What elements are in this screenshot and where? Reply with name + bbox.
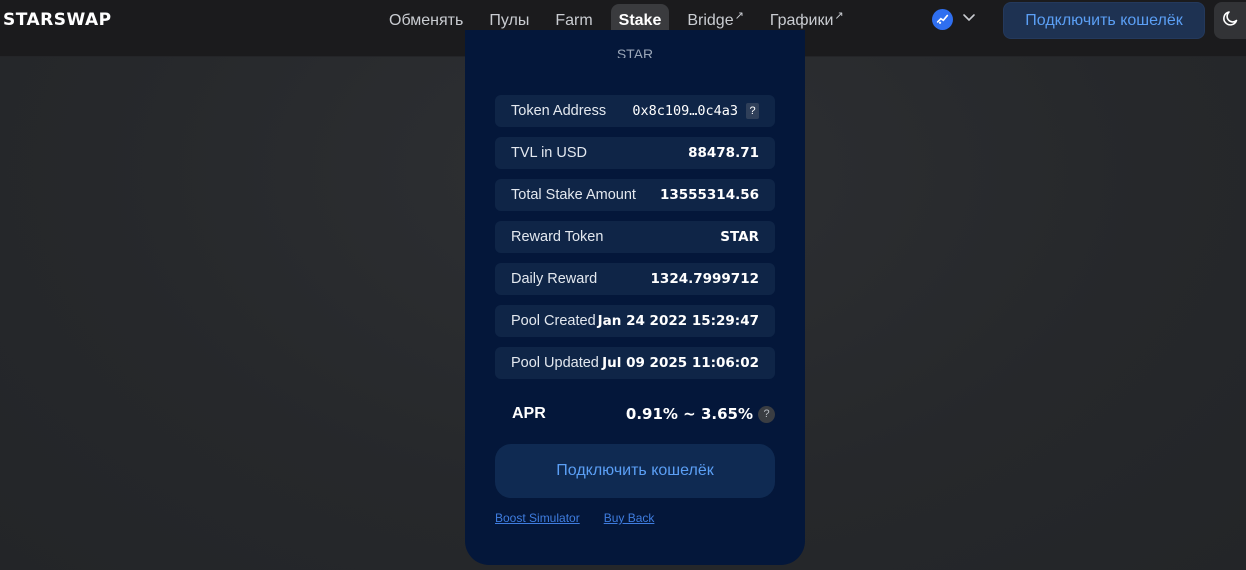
pool-updated-label: Pool Updated bbox=[511, 355, 599, 371]
buy-back-link[interactable]: Buy Back bbox=[604, 511, 655, 525]
token-address-value-wrap: 0x8c109…0c4a3 ? bbox=[632, 103, 759, 119]
page: STARSWAP Обменять Пулы Farm Stake Bridge… bbox=[0, 0, 1246, 570]
reward-token-row: Reward Token STAR bbox=[495, 221, 775, 253]
help-icon[interactable]: ? bbox=[746, 103, 759, 119]
pool-updated-value: Jul 09 2025 11:06:02 bbox=[602, 355, 759, 371]
external-link-icon: ↗ bbox=[834, 10, 844, 22]
daily-reward-value: 1324.7999712 bbox=[650, 271, 759, 287]
starcoin-network-icon bbox=[932, 9, 953, 30]
total-stake-label: Total Stake Amount bbox=[511, 187, 636, 203]
apr-value-wrap: 0.91% ~ 3.65% ? bbox=[626, 405, 775, 423]
nav-bridge-label: Bridge bbox=[687, 11, 734, 29]
nav-charts-label: Графики bbox=[769, 11, 834, 29]
reward-token-value: STAR bbox=[720, 229, 759, 245]
apr-label: APR bbox=[512, 405, 546, 422]
connect-wallet-button[interactable]: Подключить кошелёк bbox=[1003, 2, 1205, 39]
pool-token-title: STAR bbox=[616, 46, 654, 58]
daily-reward-label: Daily Reward bbox=[511, 271, 598, 287]
network-selector[interactable] bbox=[932, 9, 976, 30]
tvl-label: TVL in USD bbox=[511, 145, 588, 161]
token-address-row: Token Address 0x8c109…0c4a3 ? bbox=[495, 95, 775, 127]
pool-updated-row: Pool Updated Jul 09 2025 11:06:02 bbox=[495, 347, 775, 379]
nav-swap-label: Обменять bbox=[389, 11, 464, 29]
nav-stake-label: Stake bbox=[618, 11, 662, 29]
total-stake-row: Total Stake Amount 13555314.56 bbox=[495, 179, 775, 211]
theme-toggle-button[interactable] bbox=[1214, 2, 1246, 39]
apr-value: 0.91% ~ 3.65% bbox=[625, 405, 753, 423]
footer-links: Boost Simulator Buy Back bbox=[495, 511, 678, 525]
apr-row: APR 0.91% ~ 3.65% ? bbox=[512, 402, 775, 426]
chevron-down-icon bbox=[962, 10, 976, 29]
nav-farm-label: Farm bbox=[555, 11, 593, 29]
daily-reward-row: Daily Reward 1324.7999712 bbox=[495, 263, 775, 295]
boost-simulator-link[interactable]: Boost Simulator bbox=[495, 511, 580, 525]
pool-created-row: Pool Created Jan 24 2022 15:29:47 bbox=[495, 305, 775, 337]
pool-created-value: Jan 24 2022 15:29:47 bbox=[597, 313, 759, 329]
tvl-value: 88478.71 bbox=[688, 145, 759, 161]
nav-swap[interactable]: Обменять bbox=[381, 4, 471, 38]
pool-created-label: Pool Created bbox=[511, 313, 596, 329]
moon-icon bbox=[1222, 9, 1240, 32]
reward-token-label: Reward Token bbox=[511, 229, 604, 245]
nav-pools-label: Пулы bbox=[489, 11, 530, 29]
external-link-icon: ↗ bbox=[734, 10, 744, 22]
help-icon[interactable]: ? bbox=[758, 405, 775, 423]
starswap-logo[interactable]: STARSWAP bbox=[3, 10, 112, 30]
total-stake-value: 13555314.56 bbox=[659, 187, 759, 203]
stake-pool-card: STAR Token Address 0x8c109…0c4a3 ? TVL i… bbox=[465, 30, 805, 565]
token-address-value[interactable]: 0x8c109…0c4a3 bbox=[632, 103, 738, 119]
token-address-label: Token Address bbox=[511, 103, 607, 119]
tvl-row: TVL in USD 88478.71 bbox=[495, 137, 775, 169]
connect-wallet-main-button[interactable]: Подключить кошелёк bbox=[495, 444, 775, 498]
